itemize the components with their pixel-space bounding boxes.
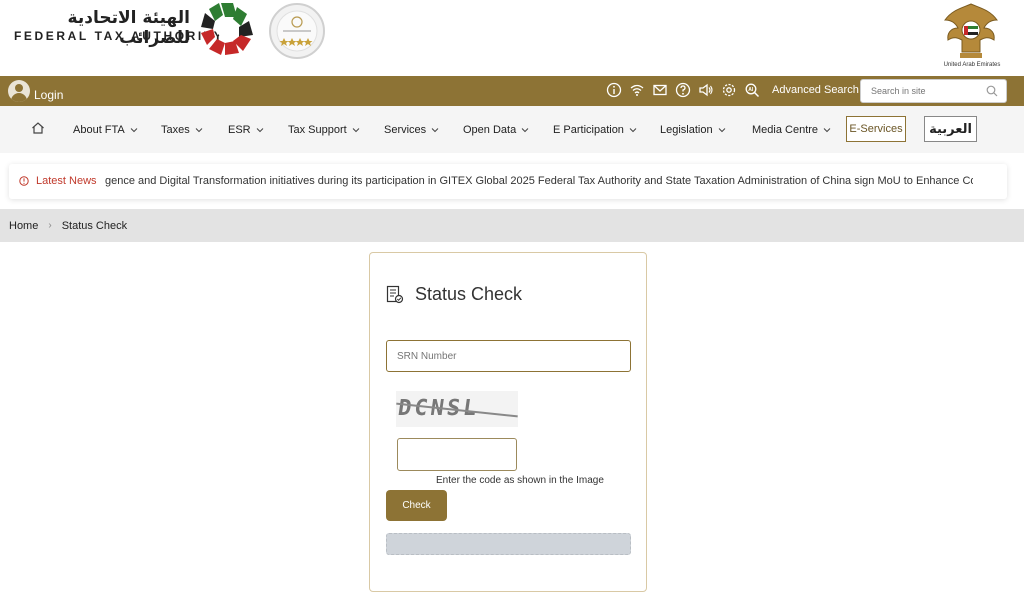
- chevron-down-icon: [130, 127, 138, 132]
- wifi-icon[interactable]: [629, 82, 645, 98]
- document-check-icon: [386, 285, 404, 304]
- advanced-search-link[interactable]: Advanced Search: [772, 84, 859, 96]
- nav-open-data[interactable]: Open Data: [463, 106, 529, 153]
- page-title: Status Check: [415, 284, 523, 304]
- nav-e-participation[interactable]: E Participation: [553, 106, 637, 153]
- nav-tax-support[interactable]: Tax Support: [288, 106, 360, 153]
- alert-icon: [19, 176, 29, 186]
- nav-label: ESR: [228, 123, 251, 136]
- search-icon[interactable]: [986, 85, 998, 97]
- nav-label: Taxes: [161, 123, 190, 136]
- nav-label: E Participation: [553, 123, 624, 136]
- chevron-down-icon: [823, 127, 831, 132]
- chevron-down-icon: [431, 127, 439, 132]
- check-button[interactable]: Check: [386, 490, 447, 521]
- utility-tools: AI: [606, 82, 760, 98]
- chevron-down-icon: [629, 127, 637, 132]
- chevron-down-icon: [195, 127, 203, 132]
- breadcrumb-current: Status Check: [61, 219, 128, 232]
- site-search-box[interactable]: [860, 79, 1007, 103]
- excellence-seal-icon: [269, 3, 325, 59]
- login-label: Login: [34, 88, 64, 102]
- nav-label: Legislation: [660, 123, 713, 136]
- chevron-right-icon: ›: [48, 220, 52, 231]
- nav-services[interactable]: Services: [384, 106, 439, 153]
- latest-news-label: Latest News: [36, 175, 97, 187]
- user-avatar-icon: [8, 80, 30, 102]
- home-icon[interactable]: [31, 121, 45, 135]
- svg-text:AI: AI: [748, 87, 754, 93]
- chevron-down-icon: [352, 127, 360, 132]
- news-ticker-text[interactable]: gence and Digital Transformation initiat…: [105, 175, 973, 187]
- nav-label: Media Centre: [752, 123, 819, 136]
- fta-logo-icon[interactable]: [197, 0, 257, 58]
- nav-legislation[interactable]: Legislation: [660, 106, 726, 153]
- uae-emblem-icon: [944, 3, 998, 58]
- arabic-language-button[interactable]: العربية: [924, 116, 977, 142]
- site-header: الهيئة الاتحادية للضرائب FEDERAL TAX AUT…: [0, 0, 1024, 76]
- chevron-down-icon: [521, 127, 529, 132]
- nav-media-centre[interactable]: Media Centre: [752, 106, 831, 153]
- accessibility-search-icon[interactable]: AI: [744, 82, 760, 98]
- status-result-bar: [386, 533, 631, 555]
- emblem-caption: United Arab Emirates: [943, 62, 1001, 68]
- brand-english-name: FEDERAL TAX AUTHORITY: [14, 29, 225, 43]
- nav-taxes[interactable]: Taxes: [161, 106, 203, 153]
- nav-label: Tax Support: [288, 123, 347, 136]
- chevron-down-icon: [256, 127, 263, 132]
- breadcrumb: Home › Status Check: [0, 209, 1024, 242]
- nav-about-fta[interactable]: About FTA: [73, 106, 138, 153]
- nav-label: Open Data: [463, 123, 517, 136]
- latest-news-ticker: Latest News gence and Digital Transforma…: [9, 164, 1007, 199]
- srn-number-input[interactable]: [386, 340, 631, 372]
- site-search-input[interactable]: [869, 85, 983, 97]
- speaker-icon[interactable]: [698, 82, 714, 98]
- eservices-button[interactable]: E-Services: [846, 116, 906, 142]
- nav-label: About FTA: [73, 123, 125, 136]
- nav-label: Services: [384, 123, 427, 136]
- chevron-down-icon: [718, 127, 725, 132]
- login-button[interactable]: Login: [8, 80, 63, 102]
- mail-icon[interactable]: [652, 82, 668, 98]
- captcha-code-input[interactable]: [397, 438, 517, 471]
- breadcrumb-home[interactable]: Home: [9, 220, 38, 232]
- help-icon[interactable]: [675, 82, 691, 98]
- info-icon[interactable]: [606, 82, 622, 98]
- settings-icon[interactable]: [721, 82, 737, 98]
- captcha-hint: Enter the code as shown in the Image: [436, 475, 604, 486]
- nav-esr[interactable]: ESR: [228, 106, 264, 153]
- captcha-image: DCNSL: [396, 391, 518, 427]
